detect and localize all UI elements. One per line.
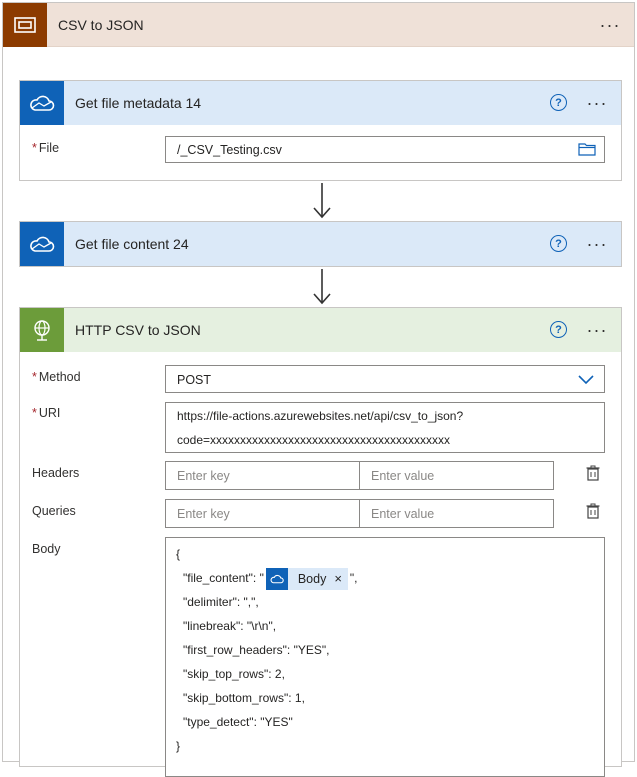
body-editor[interactable]: { "file_content": " Body × ", "delimiter": …	[165, 537, 605, 777]
queries-label: Queries	[32, 504, 76, 518]
scope-header[interactable]: CSV to JSON ···	[3, 3, 634, 47]
http-card-header[interactable]: HTTP CSV to JSON ? ···	[20, 308, 621, 352]
card-more-button[interactable]: ···	[581, 230, 613, 258]
queries-key-input[interactable]: Enter key	[165, 499, 360, 528]
flow-arrow	[313, 183, 331, 219]
chevron-down-icon[interactable]	[578, 374, 594, 388]
scope-icon	[3, 3, 47, 47]
trash-icon[interactable]	[585, 465, 601, 484]
headers-key-placeholder: Enter key	[177, 469, 230, 483]
body-line-file-content: "file_content": " Body × ",	[176, 566, 604, 590]
uri-line-2: code=xxxxxxxxxxxxxxxxxxxxxxxxxxxxxxxxxxx…	[177, 433, 451, 447]
scope-container: CSV to JSON ··· Get file metadata 14 ? ·…	[2, 2, 635, 777]
headers-key-input[interactable]: Enter key	[165, 461, 360, 490]
body-line-first-row-headers: "first_row_headers": "YES",	[183, 643, 330, 657]
queries-value-placeholder: Enter value	[371, 507, 435, 521]
body-line-type-detect: "type_detect": "YES"	[183, 715, 293, 729]
uri-line-1: https://file-actions.azurewebsites.net/a…	[177, 409, 464, 423]
help-icon[interactable]: ?	[550, 321, 567, 338]
body-line-skip-bottom-rows: "skip_bottom_rows": 1,	[183, 691, 305, 705]
method-value: POST	[177, 373, 212, 387]
body-dynamic-token[interactable]: Body ×	[265, 567, 348, 591]
file-value: /_CSV_Testing.csv	[177, 143, 282, 157]
http-globe-icon	[20, 308, 64, 352]
file-label: * File	[32, 141, 59, 155]
method-label-text: Method	[38, 370, 81, 384]
card-title: Get file metadata 14	[75, 95, 202, 111]
file-field[interactable]: /_CSV_Testing.csv	[165, 136, 605, 163]
uri-label-text: URI	[38, 406, 61, 420]
onedrive-cloud-icon	[265, 567, 288, 590]
onedrive-cloud-icon	[20, 222, 64, 266]
get-file-metadata-header[interactable]: Get file metadata 14 ? ···	[20, 81, 621, 125]
token-remove-button[interactable]: ×	[332, 567, 348, 591]
method-label: * Method	[32, 370, 81, 384]
headers-label: Headers	[32, 466, 80, 480]
get-file-content-card: Get file content 24 ? ···	[19, 221, 622, 267]
scope-title: CSV to JSON	[58, 17, 144, 33]
get-file-metadata-card: Get file metadata 14 ? ··· * File /_CSV_T…	[19, 80, 622, 181]
card-title: HTTP CSV to JSON	[75, 322, 201, 338]
trash-icon[interactable]	[585, 503, 601, 522]
http-csv-to-json-card: HTTP CSV to JSON ? ··· * Method POST * URI…	[19, 307, 622, 777]
body-close-brace: }	[176, 739, 181, 753]
body-open-brace: {	[176, 547, 181, 561]
scope-more-button[interactable]: ···	[594, 11, 626, 39]
onedrive-cloud-icon	[20, 81, 64, 125]
card-more-button[interactable]: ···	[581, 316, 613, 344]
body-label: Body	[32, 542, 61, 556]
required-mark: *	[32, 141, 37, 155]
body-line-linebreak: "linebreak": "\r\n",	[183, 619, 277, 633]
required-mark: *	[32, 370, 37, 384]
body-line-delimiter: "delimiter": ",",	[183, 595, 259, 609]
uri-label: * URI	[32, 406, 60, 420]
card-more-button[interactable]: ···	[581, 89, 613, 117]
headers-value-placeholder: Enter value	[371, 469, 435, 483]
folder-icon[interactable]	[578, 142, 596, 159]
queries-value-input[interactable]: Enter value	[359, 499, 554, 528]
get-file-content-header[interactable]: Get file content 24 ? ···	[20, 222, 621, 266]
help-icon[interactable]: ?	[550, 94, 567, 111]
uri-field[interactable]: https://file-actions.azurewebsites.net/a…	[165, 402, 605, 453]
file-label-text: File	[38, 141, 60, 155]
required-mark: *	[32, 406, 37, 420]
queries-key-placeholder: Enter key	[177, 507, 230, 521]
headers-value-input[interactable]: Enter value	[359, 461, 554, 490]
file-content-prefix: "file_content": "	[183, 571, 264, 585]
method-select[interactable]: POST	[165, 365, 605, 393]
help-icon[interactable]: ?	[550, 235, 567, 252]
body-line-skip-top-rows: "skip_top_rows": 2,	[183, 667, 285, 681]
card-title: Get file content 24	[75, 236, 189, 252]
token-label: Body	[297, 571, 327, 586]
flow-arrow	[313, 269, 331, 305]
file-content-suffix: ",	[349, 571, 358, 585]
